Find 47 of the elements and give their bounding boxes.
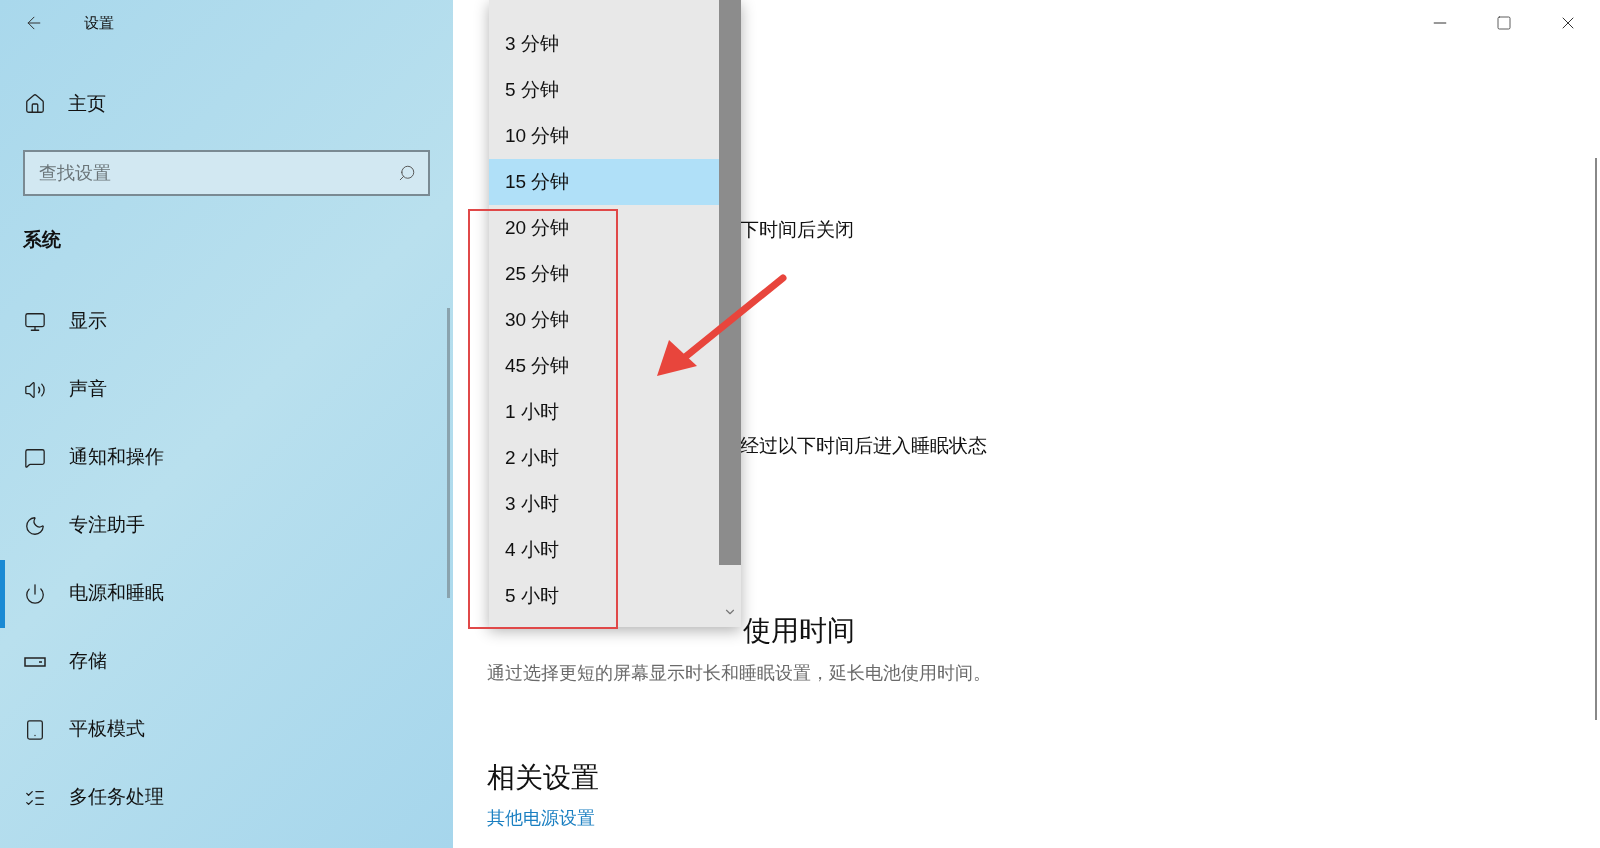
nav-item[interactable]: 平板模式	[0, 695, 453, 764]
nav-label: 电源和睡眠	[69, 581, 164, 606]
dropdown-option[interactable]: 2 小时	[489, 435, 719, 481]
screen-off-label: 下时间后关闭	[740, 218, 854, 242]
nav-item[interactable]: 显示	[0, 287, 453, 356]
window-title: 设置	[84, 12, 114, 33]
nav-item[interactable]: 通知和操作	[0, 423, 453, 492]
dropdown-option[interactable]: 15 分钟	[489, 159, 719, 205]
dropdown-option[interactable]: 20 分钟	[489, 205, 719, 251]
search-field[interactable]: 查找设置	[23, 150, 430, 196]
power-icon	[24, 582, 46, 605]
nav-item[interactable]: 多任务处理	[0, 763, 453, 832]
nav-label: 存储	[69, 649, 107, 674]
dropdown-option[interactable]: 4 小时	[489, 527, 719, 573]
nav-label: 显示	[69, 309, 107, 334]
dropdown-option[interactable]: 1 小时	[489, 389, 719, 435]
nav-label: 平板模式	[69, 717, 145, 742]
home-item[interactable]: 主页	[0, 84, 453, 124]
storage-icon	[24, 656, 46, 667]
power-settings-link[interactable]: 其他电源设置	[487, 808, 595, 828]
sleep-label: 经过以下时间后进入睡眠状态	[740, 433, 987, 458]
section-heading: 使用时间	[743, 614, 855, 648]
nav-label: 专注助手	[69, 513, 145, 538]
nav-item[interactable]: 声音	[0, 355, 453, 424]
battery-description: 通过选择更短的屏幕显示时长和睡眠设置，延长电池使用时间。	[487, 662, 991, 685]
dropdown-option[interactable]: 3 分钟	[489, 21, 719, 67]
speech-bubble-icon	[24, 446, 46, 469]
nav-label: 多任务处理	[69, 785, 164, 810]
tablet-icon	[24, 718, 46, 741]
nav-label: 声音	[69, 377, 107, 402]
nav-item[interactable]: 存储	[0, 627, 453, 696]
dropdown-option[interactable]: 45 分钟	[489, 343, 719, 389]
scrollbar-thumb[interactable]	[719, 0, 741, 565]
section-heading: 系统	[22, 228, 62, 252]
section-heading: 相关设置	[487, 761, 599, 795]
search-icon	[398, 164, 416, 182]
home-icon	[24, 93, 46, 115]
nav-item[interactable]: 专注助手	[0, 491, 453, 560]
dropdown-option[interactable]: 10 分钟	[489, 113, 719, 159]
dropdown-option[interactable]: 3 小时	[489, 481, 719, 527]
nav-label: 通知和操作	[69, 445, 164, 470]
dropdown-option[interactable]: 5 分钟	[489, 67, 719, 113]
dropdown-option[interactable]: 5 小时	[489, 573, 719, 619]
dropdown-option[interactable]: 25 分钟	[489, 251, 719, 297]
monitor-icon	[24, 310, 46, 333]
dropdown-option[interactable]: 30 分钟	[489, 297, 719, 343]
moon-icon	[24, 514, 46, 537]
